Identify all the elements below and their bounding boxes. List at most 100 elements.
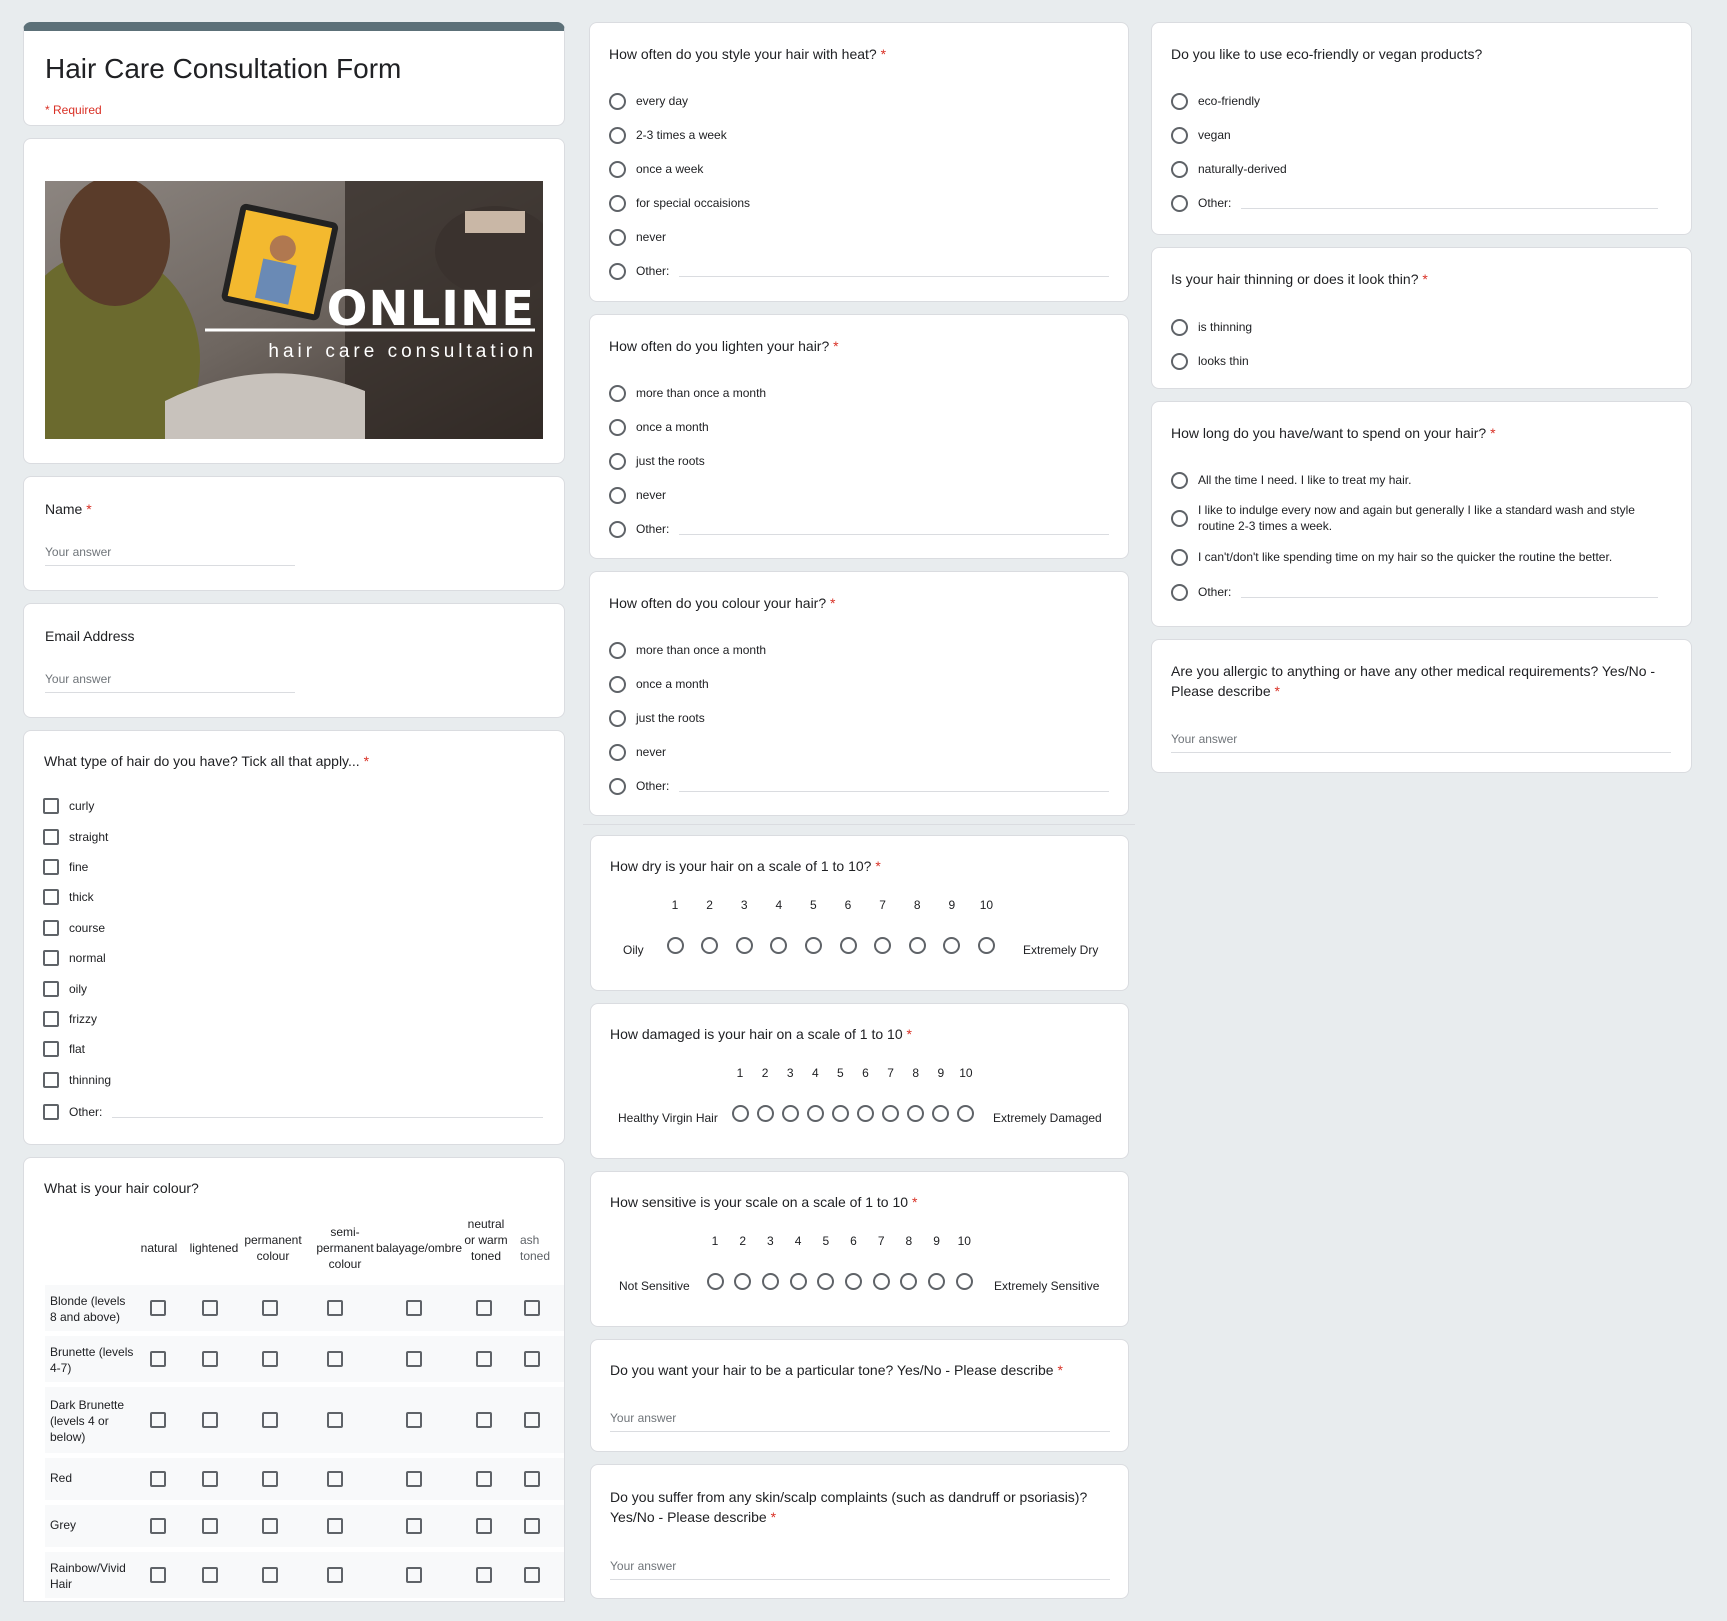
radio-option[interactable]: never [609,735,1109,769]
radio-option[interactable]: vegan [1171,118,1658,152]
radio-button[interactable] [609,418,626,436]
checkbox[interactable] [43,1071,59,1088]
radio-option[interactable]: is thinning [1171,310,1658,344]
radio-button[interactable] [609,452,626,470]
grid-checkbox[interactable] [327,1300,343,1316]
radio-button[interactable] [609,194,626,212]
checkbox[interactable] [43,950,59,967]
scale-radio-button[interactable] [806,1105,824,1122]
scale-radio-button[interactable] [839,937,857,954]
grid-checkbox[interactable] [262,1518,278,1534]
grid-checkbox[interactable] [150,1300,166,1316]
grid-checkbox[interactable] [476,1518,492,1534]
scale-radio-button[interactable] [907,1105,925,1122]
radio-button[interactable] [609,520,626,538]
radio-button[interactable] [609,675,626,693]
checkbox[interactable] [43,1103,59,1120]
radio-button[interactable] [609,262,626,280]
checkbox-option[interactable]: fine [43,852,543,882]
checkbox[interactable] [43,798,59,815]
radio-option-other[interactable]: Other: [609,769,1109,803]
scale-radio-button[interactable] [932,1105,950,1122]
scale-radio-button[interactable] [977,937,995,954]
grid-checkbox[interactable] [476,1567,492,1583]
grid-checkbox[interactable] [406,1412,422,1428]
grid-checkbox[interactable] [524,1471,540,1487]
grid-checkbox[interactable] [202,1567,218,1583]
radio-button[interactable] [1171,352,1188,370]
checkbox[interactable] [43,980,59,997]
checkbox-option[interactable]: straight [43,821,543,851]
radio-button[interactable] [1171,509,1188,527]
scale-radio-button[interactable] [734,1273,752,1290]
radio-option[interactable]: once a month [609,667,1109,701]
grid-checkbox[interactable] [524,1567,540,1583]
radio-button[interactable] [1171,160,1188,178]
radio-option-other[interactable]: Other: [1171,186,1658,220]
grid-checkbox[interactable] [406,1300,422,1316]
scale-radio-button[interactable] [955,1273,973,1290]
checkbox-option[interactable]: course [43,913,543,943]
scale-radio-button[interactable] [770,937,788,954]
grid-checkbox[interactable] [524,1412,540,1428]
radio-option[interactable]: once a month [609,410,1109,444]
other-input[interactable] [679,523,1109,535]
grid-checkbox[interactable] [202,1471,218,1487]
other-input[interactable] [679,265,1109,277]
radio-button[interactable] [609,641,626,659]
scale-radio-button[interactable] [817,1273,835,1290]
grid-checkbox[interactable] [524,1518,540,1534]
grid-checkbox[interactable] [150,1567,166,1583]
grid-checkbox[interactable] [202,1351,218,1367]
radio-option[interactable]: naturally-derived [1171,152,1658,186]
checkbox-option[interactable]: thinning [43,1065,543,1095]
scale-radio-button[interactable] [928,1273,946,1290]
radio-button[interactable] [1171,318,1188,336]
radio-button[interactable] [609,743,626,761]
grid-checkbox[interactable] [476,1471,492,1487]
radio-option[interactable]: more than once a month [609,633,1109,667]
checkbox[interactable] [43,919,59,936]
checkbox[interactable] [43,889,59,906]
checkbox[interactable] [43,858,59,875]
radio-button[interactable] [609,777,626,795]
allergy-input[interactable]: Your answer [1171,732,1671,753]
grid-checkbox[interactable] [406,1471,422,1487]
grid-checkbox[interactable] [406,1518,422,1534]
grid-checkbox[interactable] [524,1351,540,1367]
grid-checkbox[interactable] [262,1412,278,1428]
radio-option[interactable]: just the roots [609,701,1109,735]
grid-checkbox[interactable] [327,1471,343,1487]
grid-checkbox[interactable] [150,1471,166,1487]
radio-option-other[interactable]: Other: [609,254,1109,288]
radio-option[interactable]: for special occaisions [609,186,1109,220]
radio-option[interactable]: once a week [609,152,1109,186]
radio-option[interactable]: eco-friendly [1171,84,1658,118]
radio-button[interactable] [609,228,626,246]
grid-checkbox[interactable] [202,1518,218,1534]
scale-radio-button[interactable] [831,1105,849,1122]
radio-button[interactable] [609,92,626,110]
checkbox-option[interactable]: curly [43,791,543,821]
other-input[interactable] [1241,586,1658,598]
tone-input[interactable]: Your answer [610,1411,1110,1432]
radio-option[interactable]: just the roots [609,444,1109,478]
radio-option[interactable]: more than once a month [609,376,1109,410]
grid-checkbox[interactable] [262,1300,278,1316]
scale-radio-button[interactable] [804,937,822,954]
scale-radio-button[interactable] [756,1105,774,1122]
radio-button[interactable] [1171,548,1188,566]
grid-checkbox[interactable] [327,1412,343,1428]
grid-checkbox[interactable] [262,1351,278,1367]
scale-radio-button[interactable] [789,1273,807,1290]
scale-radio-button[interactable] [781,1105,799,1122]
radio-option[interactable]: never [609,220,1109,254]
grid-checkbox[interactable] [150,1518,166,1534]
checkbox-option-other[interactable]: Other: [43,1095,543,1129]
other-input[interactable] [1241,197,1658,209]
grid-checkbox[interactable] [476,1412,492,1428]
radio-option[interactable]: looks thin [1171,344,1658,378]
scale-radio-button[interactable] [957,1105,975,1122]
grid-checkbox[interactable] [150,1412,166,1428]
checkbox[interactable] [43,1010,59,1027]
